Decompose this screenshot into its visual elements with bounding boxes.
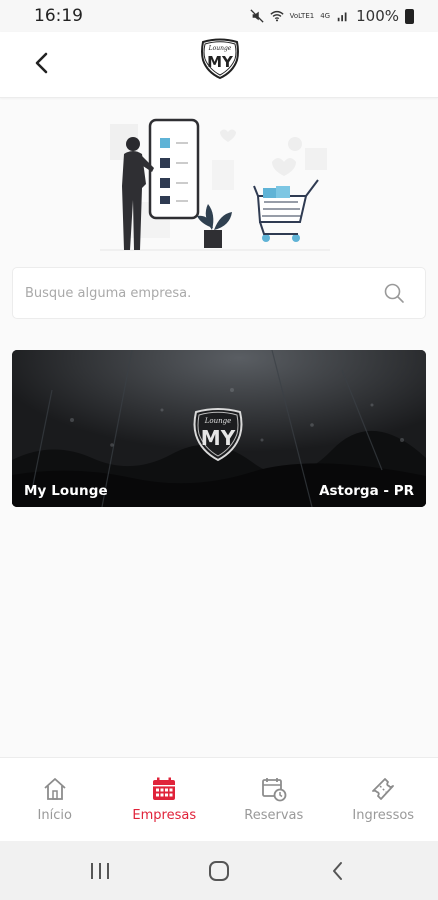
company-search-box xyxy=(12,267,426,319)
calendar-icon xyxy=(153,777,176,800)
signal-icon xyxy=(337,12,347,22)
home-button[interactable] xyxy=(199,851,239,891)
company-name: My Lounge xyxy=(24,483,108,499)
svg-text:Lounge: Lounge xyxy=(204,417,232,425)
system-back-button[interactable] xyxy=(318,851,358,891)
recent-apps-button[interactable] xyxy=(80,851,120,891)
company-card[interactable]: Lounge MY My Lounge Astorga - PR xyxy=(12,350,426,507)
system-navigation-bar xyxy=(0,841,438,900)
reservations-icon xyxy=(261,778,287,802)
recent-apps-icon xyxy=(90,862,109,879)
status-time: 16:19 xyxy=(34,6,83,26)
ticket-icon xyxy=(372,778,395,800)
status-icons: VoLTE1 4G 100% xyxy=(250,7,414,25)
app-header: Lounge MY xyxy=(0,32,438,98)
nav-item-inicio[interactable]: Início xyxy=(0,758,110,841)
company-logo: Lounge MY xyxy=(193,408,243,462)
status-bar: 16:19 VoLTE1 4G 100% xyxy=(0,0,438,32)
nav-label-reservas: Reservas xyxy=(244,808,304,823)
svg-text:MY: MY xyxy=(201,426,236,450)
back-arrow-icon[interactable] xyxy=(28,48,58,78)
search-icon[interactable] xyxy=(383,282,405,304)
nav-item-ingressos[interactable]: Ingressos xyxy=(329,758,438,841)
system-back-icon xyxy=(333,861,343,880)
svg-text:MY: MY xyxy=(207,53,234,71)
nav-label-ingressos: Ingressos xyxy=(352,808,415,823)
company-location: Astorga - PR xyxy=(319,483,414,499)
my-lounge-logo: Lounge MY xyxy=(201,38,239,80)
app-screen: 16:19 VoLTE1 4G 100% Lounge MY Busque al… xyxy=(0,0,438,900)
bottom-navigation: Início Empresas Reservas Ingressos xyxy=(0,757,438,841)
shopping-illustration xyxy=(100,118,330,251)
nav-label-empresas: Empresas xyxy=(132,808,197,823)
battery-percent: 100% xyxy=(356,7,399,25)
nav-label-inicio: Início xyxy=(37,808,72,823)
lte-label: 4G xyxy=(320,12,331,20)
nav-item-reservas[interactable]: Reservas xyxy=(219,758,329,841)
company-search-input[interactable] xyxy=(25,285,383,301)
wifi-icon xyxy=(269,10,284,22)
volte-label: VoLTE1 xyxy=(289,11,315,20)
svg-text:Lounge: Lounge xyxy=(208,45,232,52)
battery-icon xyxy=(405,8,414,24)
nav-item-empresas[interactable]: Empresas xyxy=(110,758,220,841)
mute-icon xyxy=(250,9,264,23)
home-circle-icon xyxy=(208,860,229,881)
home-icon xyxy=(44,778,66,800)
